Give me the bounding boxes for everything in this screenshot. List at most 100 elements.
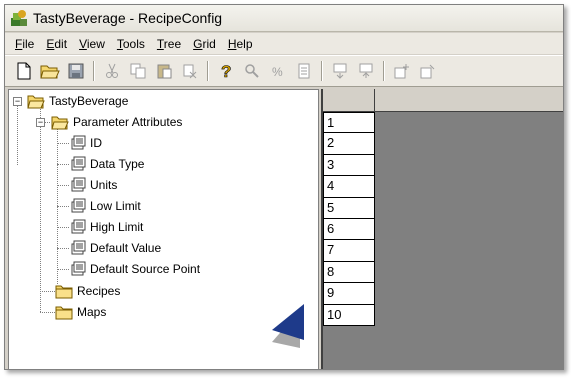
toolbar-separator bbox=[207, 61, 209, 81]
toolbar-separator bbox=[383, 61, 385, 81]
insert-row-button[interactable] bbox=[327, 59, 353, 83]
cut-button[interactable] bbox=[99, 59, 125, 83]
menu-help[interactable]: Help bbox=[222, 37, 259, 51]
grid-row-cell[interactable]: 2 bbox=[323, 133, 375, 155]
callout-arrow-icon bbox=[272, 304, 304, 348]
tree-node-recipes[interactable]: Recipes bbox=[55, 281, 120, 301]
tree-node-label: Low Limit bbox=[90, 199, 141, 213]
tree-node-label: Recipes bbox=[77, 284, 121, 298]
title-bar[interactable]: TastyBeverage - RecipeConfig bbox=[5, 5, 563, 32]
open-button[interactable] bbox=[37, 59, 63, 83]
scissors-icon bbox=[106, 63, 118, 78]
grid-row-cell[interactable]: 7 bbox=[323, 240, 375, 262]
menu-tools[interactable]: Tools bbox=[111, 37, 151, 51]
grid-row-cell[interactable]: 9 bbox=[323, 283, 375, 305]
tree-node-attribute-data-type[interactable]: Data Type bbox=[70, 154, 144, 174]
tree-node-label: Parameter Attributes bbox=[73, 115, 183, 129]
tree-connector-line bbox=[40, 105, 41, 312]
attribute-icon bbox=[71, 198, 86, 213]
svg-text:%: % bbox=[272, 65, 283, 79]
grid-column-header-area bbox=[375, 89, 563, 112]
grid-row-cell[interactable]: 10 bbox=[323, 304, 375, 326]
edit-item-icon bbox=[420, 64, 435, 79]
save-disk-icon bbox=[68, 63, 84, 79]
menu-view-label: iew bbox=[86, 36, 105, 51]
menu-view[interactable]: View bbox=[73, 37, 111, 51]
tree-node-root[interactable]: TastyBeverage bbox=[27, 91, 128, 111]
tree-node-label: High Limit bbox=[90, 220, 144, 234]
menu-tree[interactable]: Tree bbox=[151, 37, 187, 51]
tree-connector-line bbox=[57, 227, 69, 228]
copy-icon bbox=[130, 63, 146, 79]
delete-button[interactable] bbox=[177, 59, 203, 83]
open-folder-icon bbox=[51, 116, 69, 129]
find-button[interactable] bbox=[239, 59, 265, 83]
paste-button[interactable] bbox=[151, 59, 177, 83]
menu-view-mnemonic: V bbox=[79, 36, 87, 51]
tree-collapse-toggle[interactable]: − bbox=[13, 97, 22, 106]
properties-button[interactable] bbox=[291, 59, 317, 83]
tree-connector-line bbox=[57, 164, 69, 165]
attribute-icon bbox=[71, 156, 86, 171]
menu-edit[interactable]: Edit bbox=[40, 37, 73, 51]
grid-row-cell[interactable]: 3 bbox=[323, 154, 375, 177]
tree-connector-line bbox=[57, 185, 69, 186]
delete-icon bbox=[183, 64, 197, 79]
edit-item-button[interactable] bbox=[415, 59, 441, 83]
grid-row-cell[interactable]: 1 bbox=[323, 112, 375, 134]
toolbar: ? % bbox=[5, 55, 563, 87]
tree-connector-line bbox=[57, 143, 69, 144]
tree-node-maps[interactable]: Maps bbox=[55, 302, 106, 322]
menu-grid[interactable]: Grid bbox=[187, 37, 222, 51]
add-item-button[interactable] bbox=[389, 59, 415, 83]
tree-node-attribute-high-limit[interactable]: High Limit bbox=[70, 217, 143, 237]
grid-row-cell[interactable]: 8 bbox=[323, 261, 375, 284]
tree-node-label: Units bbox=[90, 178, 118, 192]
tree-connector-line bbox=[17, 105, 18, 165]
tree-node-attribute-units[interactable]: Units bbox=[70, 175, 117, 195]
tree-node-label: TastyBeverage bbox=[49, 94, 129, 108]
svg-text:?: ? bbox=[221, 62, 231, 80]
delete-row-button[interactable] bbox=[353, 59, 379, 83]
save-button[interactable] bbox=[63, 59, 89, 83]
copy-button[interactable] bbox=[125, 59, 151, 83]
tree-node-label: Maps bbox=[77, 305, 107, 319]
add-item-icon bbox=[394, 64, 409, 79]
menu-file[interactable]: File bbox=[9, 37, 40, 51]
tree-node-label: Default Value bbox=[90, 241, 162, 255]
attribute-icon bbox=[71, 240, 86, 255]
percent-button[interactable]: % bbox=[265, 59, 291, 83]
recipe-grid[interactable]: 1 2 3 4 5 6 7 8 9 10 bbox=[321, 89, 563, 369]
grid-row-cells: 1 2 3 4 5 6 7 8 9 10 bbox=[323, 112, 375, 326]
menu-edit-label: dit bbox=[54, 36, 68, 51]
tree-node-attribute-id[interactable]: ID bbox=[70, 133, 102, 153]
new-button[interactable] bbox=[11, 59, 37, 83]
toolbar-separator bbox=[321, 61, 323, 81]
tree-node-label: Data Type bbox=[90, 157, 145, 171]
tree-node-attribute-default-source-point[interactable]: Default Source Point bbox=[70, 259, 200, 279]
menu-tree-mnemonic: T bbox=[156, 36, 164, 51]
attribute-icon bbox=[71, 219, 86, 234]
tree-connector-line bbox=[57, 206, 69, 207]
menu-tree-label: ree bbox=[163, 36, 182, 51]
menu-bar: File Edit View Tools Tree Grid Help bbox=[5, 33, 563, 54]
percent-icon: % bbox=[272, 65, 283, 79]
tree-node-parameter-attributes[interactable]: Parameter Attributes bbox=[51, 112, 182, 132]
attribute-icon bbox=[71, 177, 86, 192]
tree-connector-line bbox=[40, 291, 55, 292]
grid-row-cell[interactable]: 6 bbox=[323, 218, 375, 241]
tree-node-attribute-default-value[interactable]: Default Value bbox=[70, 238, 161, 258]
folder-icon bbox=[55, 285, 73, 298]
delete-row-icon bbox=[359, 63, 373, 78]
open-folder-icon bbox=[40, 65, 60, 79]
folder-icon bbox=[55, 306, 73, 319]
grid-row-cell[interactable]: 5 bbox=[323, 197, 375, 219]
paste-clipboard-icon bbox=[157, 64, 172, 79]
help-button[interactable]: ? bbox=[213, 59, 239, 83]
tree-node-attribute-low-limit[interactable]: Low Limit bbox=[70, 196, 141, 216]
find-icon bbox=[245, 64, 259, 78]
grid-row-cell[interactable]: 4 bbox=[323, 176, 375, 198]
tree-collapse-toggle[interactable]: − bbox=[36, 118, 45, 127]
tree-connector-line bbox=[40, 312, 55, 313]
tree-node-label: ID bbox=[90, 136, 102, 150]
